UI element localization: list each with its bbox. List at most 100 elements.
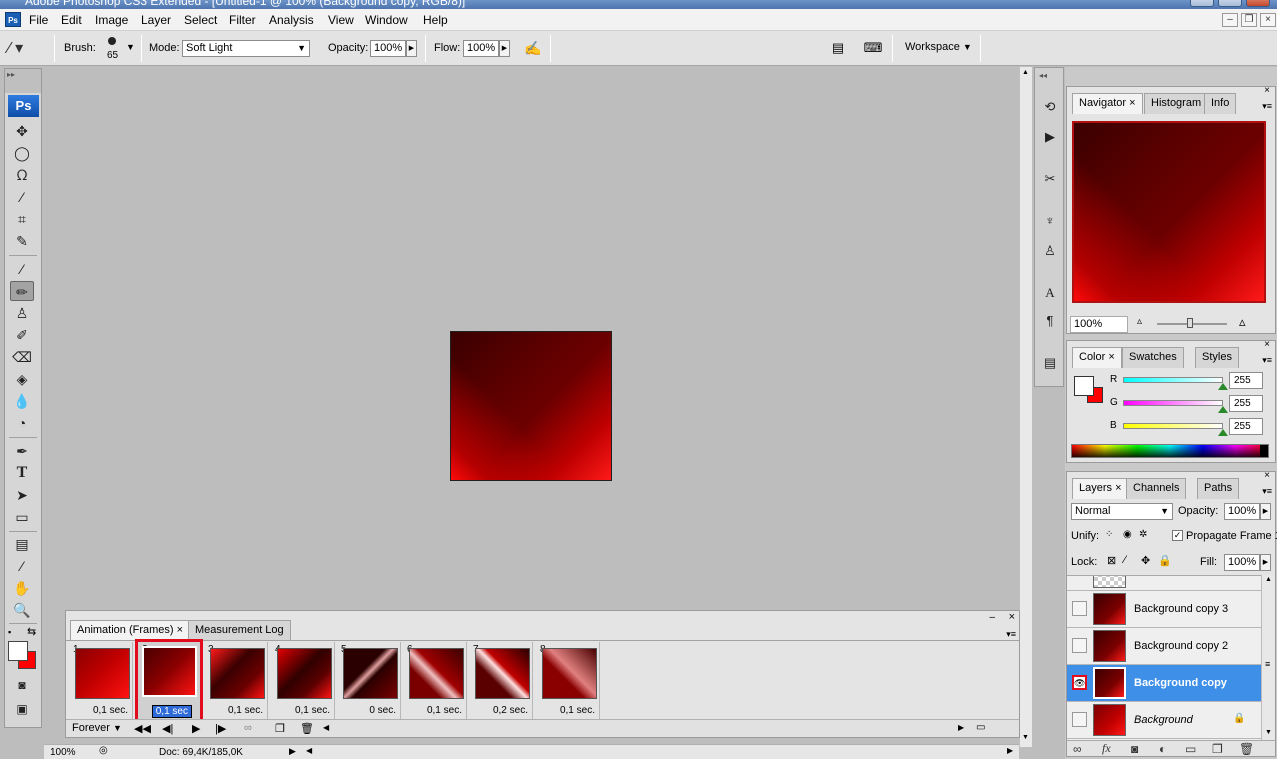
layer-comps-panel-icon[interactable]: ▤ (1040, 352, 1060, 372)
scroll-down-icon[interactable]: ▼ (1265, 729, 1272, 736)
doc-close-icon[interactable]: × (1260, 13, 1276, 27)
ellipse-marquee-tool-icon[interactable]: ◯ (10, 143, 34, 163)
type-tool-icon[interactable]: T (10, 463, 34, 483)
frame-delay[interactable]: 0,1 sec (151, 705, 192, 718)
tab-navigator[interactable]: Navigator × (1072, 93, 1143, 114)
opacity-input[interactable]: 100% (370, 40, 406, 57)
new-layer-icon[interactable]: ❐ (1212, 742, 1223, 756)
document-canvas[interactable] (450, 331, 612, 481)
next-frame-icon[interactable]: |▶ (215, 722, 226, 735)
lock-pixels-icon[interactable]: ⁄ (1124, 554, 1126, 566)
minimize-window-button[interactable] (1190, 0, 1214, 7)
scroll-right-icon[interactable]: ▶ (958, 723, 964, 732)
fill-arrow-icon[interactable]: ▶ (1260, 554, 1271, 571)
tab-info[interactable]: Info (1204, 93, 1237, 114)
new-group-icon[interactable]: ▭ (1185, 742, 1196, 756)
timeline-toggle-icon[interactable]: ▭ (976, 722, 985, 733)
canvas-vertical-scrollbar[interactable]: ▲ ▼ (1019, 67, 1032, 747)
layers-scrollbar[interactable]: ▲ ≡ ▼ (1261, 575, 1275, 740)
collapse-icon[interactable]: ◂◂ (1039, 71, 1047, 80)
tab-histogram[interactable]: Histogram (1144, 93, 1209, 114)
toolbox-header[interactable]: ▸▸ (5, 69, 41, 93)
magic-wand-tool-icon[interactable]: ⁄ (10, 187, 34, 207)
history-brush-tool-icon[interactable]: ✐ (10, 325, 34, 345)
lock-transparency-icon[interactable]: ⊠ (1107, 554, 1116, 567)
panel-close-icon[interactable]: × (1009, 611, 1015, 623)
blur-tool-icon[interactable]: 💧 (10, 391, 34, 411)
healing-brush-tool-icon[interactable]: ⁄ (10, 259, 34, 279)
blend-mode-select[interactable]: Normal ▼ (1071, 503, 1173, 520)
history-panel-icon[interactable]: ⟲ (1040, 96, 1060, 116)
menu-analysis[interactable]: Analysis (269, 13, 314, 27)
eyedropper-tool-icon[interactable]: ⁄ (10, 556, 34, 576)
delete-frame-icon[interactable]: 🗑 (300, 722, 314, 735)
pen-tool-icon[interactable]: ✒ (10, 441, 34, 461)
menu-view[interactable]: View (328, 13, 354, 27)
menu-select[interactable]: Select (184, 13, 217, 27)
zoom-tool-icon[interactable]: 🔍 (10, 600, 34, 620)
play-icon[interactable]: ▶ (192, 722, 200, 735)
scroll-grip-icon[interactable]: ≡ (1265, 659, 1270, 669)
frame-delay[interactable]: 0,1 sec. (427, 705, 462, 716)
swap-colors-icon[interactable]: ⇆ (27, 625, 36, 638)
menu-edit[interactable]: Edit (61, 13, 82, 27)
zoom-in-icon[interactable]: ▵ (1239, 314, 1246, 330)
frame-delay[interactable]: 0,1 sec. (295, 705, 330, 716)
scroll-up-icon[interactable]: ▲ (1265, 576, 1272, 583)
close-icon[interactable]: × (1264, 470, 1270, 481)
crop-tool-icon[interactable]: ⌗ (10, 209, 34, 229)
blue-slider[interactable] (1123, 423, 1223, 429)
navigator-zoom-input[interactable]: 100% (1070, 316, 1128, 333)
menu-image[interactable]: Image (95, 13, 128, 27)
zoom-level[interactable]: 100% (50, 747, 76, 758)
slice-tool-icon[interactable]: ✎ (10, 231, 34, 251)
fill-input[interactable]: 100% (1224, 554, 1260, 571)
status-menu-arrow-icon[interactable]: ▶ (289, 746, 296, 757)
frame-delay[interactable]: 0,1 sec. (228, 705, 263, 716)
close-icon[interactable]: × (1115, 482, 1121, 494)
dodge-tool-icon[interactable]: ◔ (10, 413, 34, 433)
propagate-checkbox[interactable]: ✓ (1172, 530, 1183, 541)
opacity-arrow-icon[interactable]: ▶ (1260, 503, 1271, 520)
animation-frame-1[interactable]: 10,1 sec. (69, 642, 133, 719)
flow-input[interactable]: 100% (463, 40, 499, 57)
flow-slider-arrow-icon[interactable]: ▶ (499, 40, 510, 57)
layer-visibility-toggle[interactable] (1072, 638, 1087, 653)
tab-paths[interactable]: Paths (1197, 478, 1240, 499)
green-value[interactable]: 255 (1229, 395, 1263, 412)
unify-visibility-icon[interactable]: ◉ (1123, 529, 1132, 540)
blue-slider-thumb[interactable] (1218, 429, 1228, 436)
frame-delay[interactable]: 0,1 sec. (93, 705, 128, 716)
layer-row-selected[interactable]: 👁 Background copy (1067, 665, 1261, 702)
actions-panel-icon[interactable]: ▶ (1040, 126, 1060, 146)
close-icon[interactable]: × (1264, 339, 1270, 350)
animation-frame-5[interactable]: 50 sec. (337, 642, 401, 719)
rectangle-tool-icon[interactable]: ▭ (10, 507, 34, 527)
layer-row-partial[interactable] (1067, 576, 1261, 591)
lasso-tool-icon[interactable]: ᘯ (10, 165, 34, 185)
panel-minimize-icon[interactable]: – (989, 612, 995, 623)
green-slider-thumb[interactable] (1218, 406, 1228, 413)
layer-style-icon[interactable]: fx (1102, 741, 1111, 756)
ps-logo[interactable]: Ps (8, 95, 39, 117)
menu-help[interactable]: Help (423, 13, 448, 27)
tab-layers[interactable]: Layers × (1072, 478, 1129, 499)
green-slider[interactable] (1123, 400, 1223, 406)
tab-color[interactable]: Color × (1072, 347, 1122, 368)
red-slider-thumb[interactable] (1218, 383, 1228, 390)
doc-restore-icon[interactable]: ❐ (1241, 13, 1257, 27)
color-spectrum-bar[interactable] (1071, 444, 1269, 458)
bridge-icon[interactable]: ⌨ (862, 39, 884, 57)
layer-row[interactable]: Background 🔒 (1067, 702, 1261, 739)
link-layers-icon[interactable]: ∞ (1073, 742, 1082, 756)
layer-visibility-toggle[interactable] (1072, 601, 1087, 616)
foreground-color-swatch[interactable] (8, 641, 28, 661)
tween-icon[interactable]: ∞ (244, 722, 252, 734)
layer-mask-icon[interactable]: ◙ (1131, 742, 1138, 756)
delete-layer-icon[interactable]: 🗑 (1239, 742, 1254, 756)
scroll-up-icon[interactable]: ▲ (1022, 69, 1029, 76)
opacity-slider-arrow-icon[interactable]: ▶ (406, 40, 417, 57)
unify-position-icon[interactable]: ⁘ (1105, 529, 1113, 540)
quick-mask-icon[interactable]: ◙ (10, 675, 34, 695)
panel-menu-icon[interactable]: ▾≡ (1262, 101, 1272, 112)
